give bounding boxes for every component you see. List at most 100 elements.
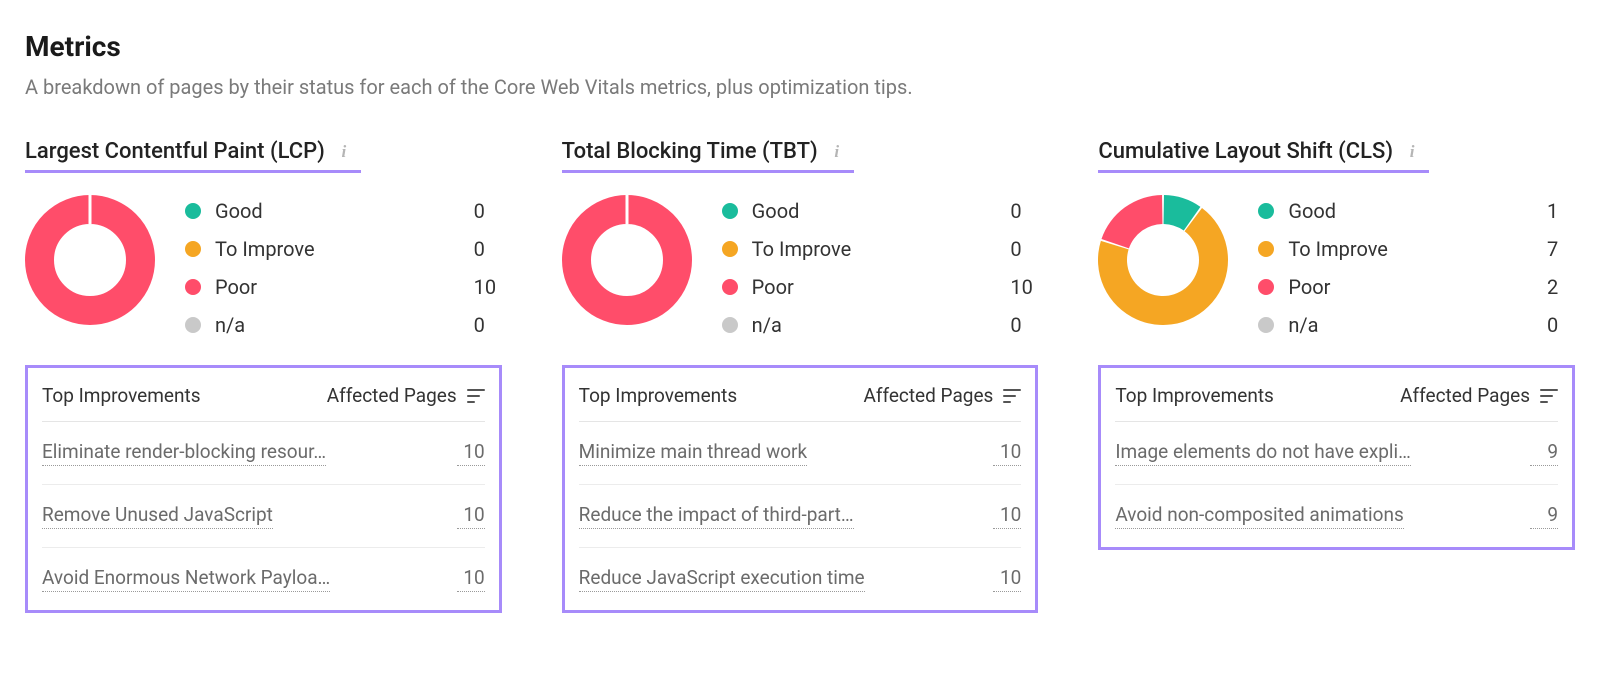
improvement-count[interactable]: 10 [457, 503, 485, 529]
improvement-name[interactable]: Minimize main thread work [579, 440, 807, 466]
improvements-table: Top Improvements Affected Pages Image elem… [1098, 365, 1575, 550]
improvement-name[interactable]: Image elements do not have expli… [1115, 440, 1411, 466]
legend-value: 0 [474, 237, 502, 261]
improvement-row[interactable]: Reduce JavaScript execution time 10 [579, 548, 1022, 596]
page-title: Metrics [25, 30, 1575, 63]
legend-row-to_improve[interactable]: To Improve 0 [722, 237, 1039, 261]
legend-dot-icon [722, 241, 738, 257]
improvement-count[interactable]: 10 [457, 440, 485, 466]
legend: Good0To Improve0Poor10n/a0 [185, 195, 502, 337]
improvement-row[interactable]: Avoid Enormous Network Payloa… 10 [42, 548, 485, 596]
info-icon[interactable]: i [1403, 143, 1421, 161]
legend-row-to_improve[interactable]: To Improve 7 [1258, 237, 1575, 261]
legend-dot-icon [185, 279, 201, 295]
improvements-table: Top Improvements Affected Pages Eliminate … [25, 365, 502, 613]
metric-card-header: Total Blocking Time (TBT)i [562, 139, 854, 173]
col-affected-label: Affected Pages [327, 384, 457, 407]
legend-label: Poor [1288, 275, 1533, 299]
metric-stats-row: Good1 To Improve 7 Poor 2 n/a0 [1098, 195, 1575, 337]
legend-value: 1 [1547, 199, 1575, 223]
improvement-name[interactable]: Eliminate render-blocking resour… [42, 440, 326, 466]
legend-label: Good [215, 199, 460, 223]
legend-row-good[interactable]: Good0 [185, 199, 502, 223]
legend-row-na[interactable]: n/a0 [1258, 313, 1575, 337]
col-affected-label: Affected Pages [1400, 384, 1530, 407]
metrics-cards: Largest Contentful Paint (LCP)i Good0To … [25, 139, 1575, 613]
sort-desc-icon[interactable] [467, 389, 485, 403]
legend-label: Good [752, 199, 997, 223]
legend-row-poor[interactable]: Poor 2 [1258, 275, 1575, 299]
metric-title: Cumulative Layout Shift (CLS) [1098, 139, 1393, 164]
improvement-count[interactable]: 10 [993, 566, 1021, 592]
legend-value: 2 [1547, 275, 1575, 299]
legend-dot-icon [722, 279, 738, 295]
legend-value: 0 [1010, 313, 1038, 337]
metric-stats-row: Good 0 To Improve 0 Poor10 n/a 0 [562, 195, 1039, 337]
legend-value: 0 [474, 313, 502, 337]
legend-row-poor[interactable]: Poor 10 [185, 275, 502, 299]
improvement-name[interactable]: Avoid Enormous Network Payloa… [42, 566, 330, 592]
metric-card-header: Cumulative Layout Shift (CLS) i [1098, 139, 1429, 173]
legend-label: Poor [215, 275, 460, 299]
improvement-name[interactable]: Remove Unused JavaScript [42, 503, 273, 529]
improvement-row[interactable]: Eliminate render-blocking resour… 10 [42, 422, 485, 485]
legend-row-na[interactable]: n/a 0 [722, 313, 1039, 337]
sort-desc-icon[interactable] [1003, 389, 1021, 403]
info-icon[interactable]: i [335, 143, 353, 161]
improvement-count[interactable]: 10 [993, 503, 1021, 529]
legend-dot-icon [722, 203, 738, 219]
sort-desc-icon[interactable] [1540, 389, 1558, 403]
legend-row-poor[interactable]: Poor10 [722, 275, 1039, 299]
legend: Good 0 To Improve 0 Poor10 n/a 0 [722, 195, 1039, 337]
improvement-name[interactable]: Reduce the impact of third-part… [579, 503, 854, 529]
metric-card-tbt: Total Blocking Time (TBT)i Good0To Impro… [562, 139, 1039, 613]
improvement-count[interactable]: 10 [457, 566, 485, 592]
legend-dot-icon [1258, 241, 1274, 257]
improvement-row[interactable]: Reduce the impact of third-part… 10 [579, 485, 1022, 548]
metric-stats-row: Good0To Improve0Poor10n/a0 [25, 195, 502, 337]
legend: Good1 To Improve 7 Poor 2 n/a0 [1258, 195, 1575, 337]
donut-chart [1098, 195, 1228, 325]
legend-row-good[interactable]: Good1 [1258, 199, 1575, 223]
legend-value: 10 [1010, 275, 1038, 299]
col-affected-pages[interactable]: Affected Pages [1400, 384, 1558, 407]
legend-row-to_improve[interactable]: To Improve 0 [185, 237, 502, 261]
improvement-row[interactable]: Remove Unused JavaScript 10 [42, 485, 485, 548]
legend-value: 0 [1010, 237, 1038, 261]
col-improvements[interactable]: Top Improvements [1115, 384, 1274, 407]
legend-row-good[interactable]: Good 0 [722, 199, 1039, 223]
legend-dot-icon [1258, 203, 1274, 219]
improvement-row[interactable]: Minimize main thread work 10 [579, 422, 1022, 485]
improvement-name[interactable]: Avoid non-composited animations [1115, 503, 1403, 529]
legend-label: To Improve [752, 237, 997, 261]
legend-dot-icon [1258, 317, 1274, 333]
improvement-name[interactable]: Reduce JavaScript execution time [579, 566, 865, 592]
improvement-row[interactable]: Image elements do not have expli… 9 [1115, 422, 1558, 485]
donut-chart [562, 195, 692, 325]
legend-value: 0 [1547, 313, 1575, 337]
col-affected-pages[interactable]: Affected Pages [327, 384, 485, 407]
metric-card-lcp: Largest Contentful Paint (LCP)i Good0To … [25, 139, 502, 613]
col-improvements[interactable]: Top Improvements [579, 384, 738, 407]
improvements-header: Top Improvements Affected Pages [579, 368, 1022, 422]
improvement-count[interactable]: 9 [1530, 503, 1558, 529]
metric-card-cls: Cumulative Layout Shift (CLS) i Good1 To Im… [1098, 139, 1575, 613]
legend-row-na[interactable]: n/a0 [185, 313, 502, 337]
legend-value: 10 [474, 275, 502, 299]
legend-dot-icon [1258, 279, 1274, 295]
col-affected-pages[interactable]: Affected Pages [863, 384, 1021, 407]
col-affected-label: Affected Pages [863, 384, 993, 407]
legend-value: 7 [1547, 237, 1575, 261]
col-improvements[interactable]: Top Improvements [42, 384, 201, 407]
improvement-count[interactable]: 9 [1530, 440, 1558, 466]
improvements-header: Top Improvements Affected Pages [1115, 368, 1558, 422]
metric-title: Largest Contentful Paint (LCP) [25, 139, 325, 164]
legend-label: To Improve [215, 237, 460, 261]
improvement-count[interactable]: 10 [993, 440, 1021, 466]
legend-label: To Improve [1288, 237, 1533, 261]
legend-label: n/a [752, 313, 997, 337]
info-icon[interactable]: i [828, 143, 846, 161]
legend-value: 0 [1010, 199, 1038, 223]
legend-dot-icon [185, 317, 201, 333]
improvement-row[interactable]: Avoid non-composited animations 9 [1115, 485, 1558, 533]
